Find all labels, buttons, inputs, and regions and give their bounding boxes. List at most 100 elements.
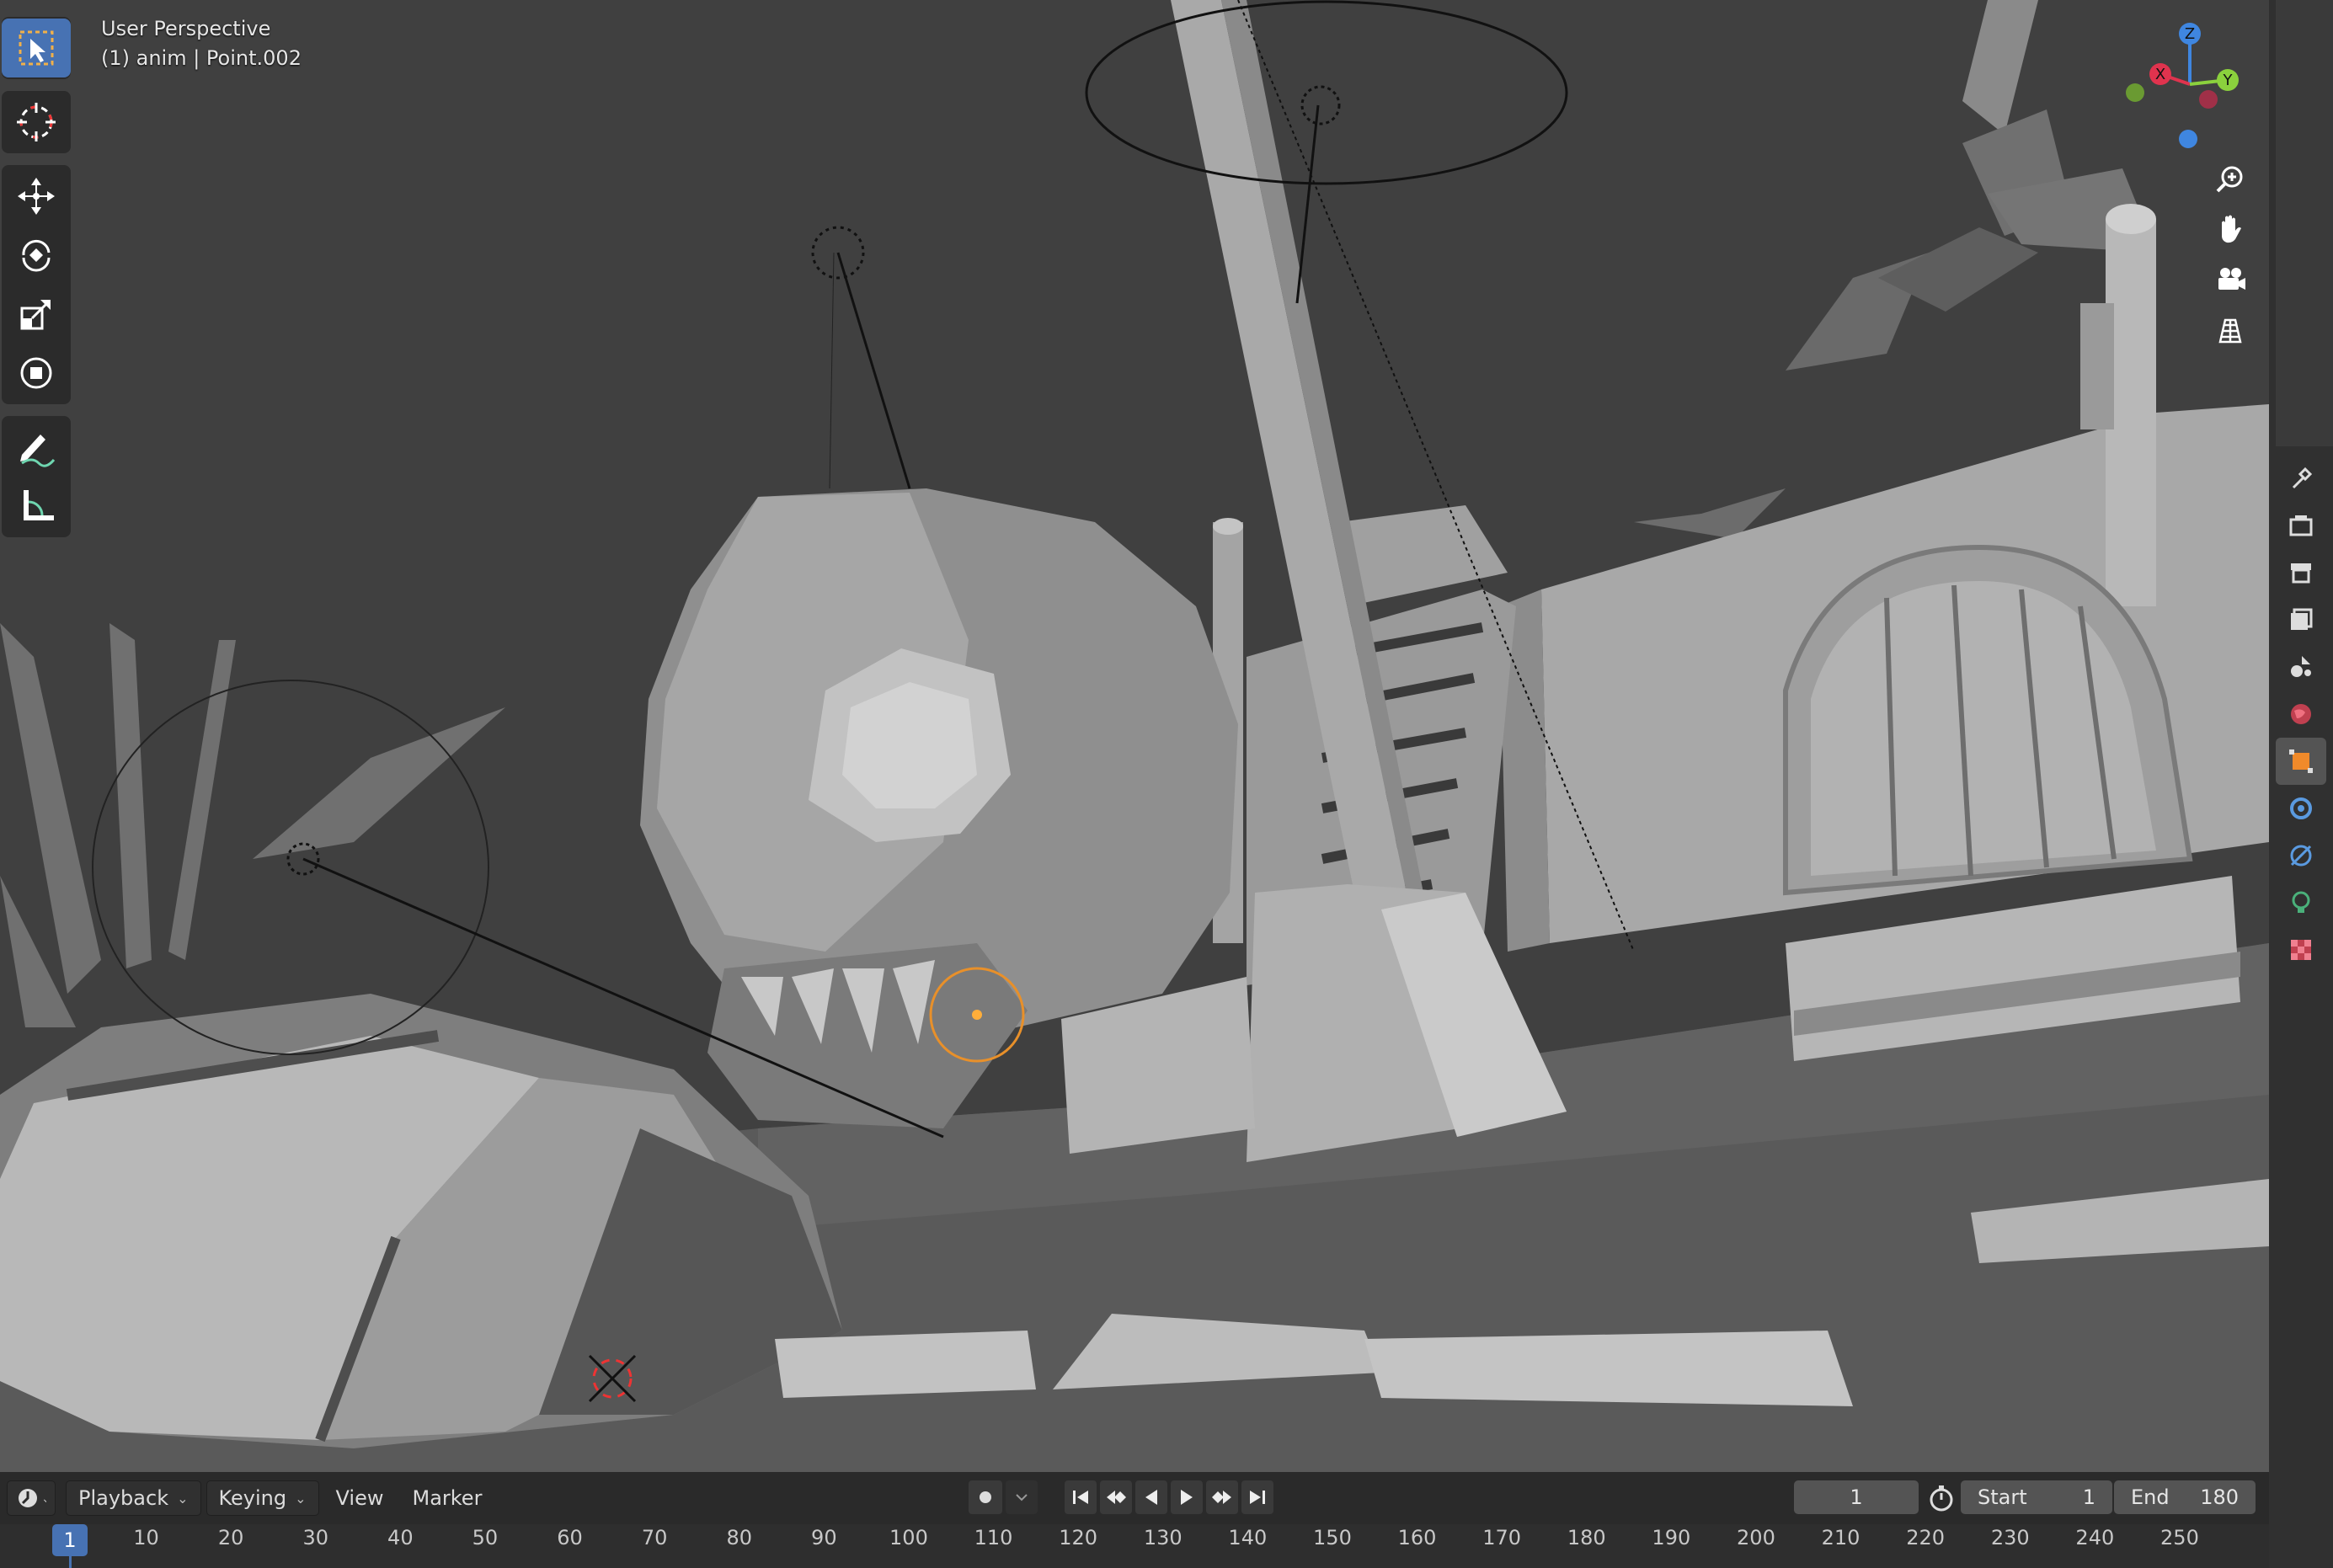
keying-menu[interactable]: Keying ⌄ (206, 1480, 319, 1516)
keying-menu-label: Keying (218, 1486, 287, 1510)
chevron-down-icon: ⌄ (177, 1490, 189, 1507)
timeline-tick-label: 120 (1059, 1526, 1098, 1549)
world-icon (2291, 704, 2311, 724)
playhead-line (69, 1556, 72, 1568)
tab-view-layer[interactable] (2276, 596, 2326, 643)
start-label: Start (1978, 1485, 2027, 1509)
auto-key-button[interactable] (969, 1480, 1002, 1514)
chevron-down-icon: ⌄ (295, 1490, 307, 1507)
cursor-box-icon (19, 30, 54, 66)
keying-set-dropdown[interactable] (1006, 1480, 1038, 1514)
view-menu[interactable]: View (324, 1481, 396, 1515)
tab-tool[interactable] (2276, 455, 2326, 502)
marker-menu[interactable]: Marker (400, 1481, 494, 1515)
play-reverse-icon (1145, 1490, 1157, 1505)
zoom-button[interactable] (2207, 155, 2254, 202)
gizmo-y-label: Y (2223, 72, 2234, 89)
camera-view-button[interactable] (2207, 256, 2254, 303)
properties-tabs (2269, 455, 2333, 973)
jump-to-keyframe-prev-button[interactable] (1100, 1480, 1132, 1514)
jump-to-keyframe-next-button[interactable] (1206, 1480, 1238, 1514)
pan-button[interactable] (2207, 205, 2254, 253)
playback-menu-label: Playback (78, 1486, 169, 1510)
particles-icon (2290, 845, 2312, 867)
measure-tool[interactable] (2, 477, 71, 536)
scale-icon (20, 300, 51, 330)
transform-tool[interactable] (2, 344, 71, 403)
prev-keyframe-icon (1107, 1491, 1126, 1504)
tab-render[interactable] (2276, 502, 2326, 549)
physics-icon (2292, 891, 2310, 913)
outliner-edge (2276, 0, 2333, 446)
stopwatch-icon[interactable] (1927, 1484, 1956, 1512)
timeline-tick-label: 80 (726, 1526, 753, 1549)
timeline-tick-label: 170 (1482, 1526, 1522, 1549)
jump-start-icon (1073, 1491, 1088, 1504)
ruler-icon (24, 490, 54, 520)
tab-modifiers[interactable] (2276, 785, 2326, 832)
navigation-gizmo[interactable]: Z X Y (2114, 17, 2249, 152)
gizmo-x-label: X (2155, 66, 2165, 83)
timeline-tick-label: 190 (1652, 1526, 1691, 1549)
timeline-tick-label: 240 (2075, 1526, 2115, 1549)
timeline-tick-label: 40 (387, 1526, 414, 1549)
end-value: 180 (2200, 1485, 2239, 1509)
tab-physics[interactable] (2276, 879, 2326, 926)
transform-icon (20, 357, 52, 389)
end-label: End (2131, 1485, 2170, 1509)
ortho-toggle-button[interactable] (2207, 307, 2254, 354)
tool-shelf (2, 17, 71, 549)
tab-world[interactable] (2276, 691, 2326, 738)
svg-text:⌄: ⌄ (41, 1492, 46, 1506)
timeline-tick-label: 90 (811, 1526, 837, 1549)
jump-to-start-button[interactable] (1065, 1480, 1097, 1514)
timeline-tick-label: 50 (472, 1526, 499, 1549)
object-icon (2289, 749, 2313, 773)
current-frame-field[interactable]: 1 (1794, 1480, 1919, 1514)
move-tool[interactable] (2, 167, 71, 226)
view-layer-icon (2291, 608, 2313, 630)
timeline-tick-label: 230 (1990, 1526, 2030, 1549)
crosshair-cursor-icon (17, 103, 56, 141)
editor-type-button[interactable]: ⌄ (7, 1480, 56, 1516)
current-frame-indicator[interactable]: 1 (52, 1524, 88, 1556)
chevron-down-icon (1016, 1494, 1028, 1501)
timeline-tick-label: 10 (133, 1526, 159, 1549)
move-arrows-icon (18, 178, 55, 215)
tab-object[interactable] (2276, 738, 2326, 785)
next-keyframe-icon (1212, 1491, 1231, 1504)
tab-particles[interactable] (2276, 832, 2326, 879)
timeline-tick-label: 70 (641, 1526, 668, 1549)
tab-scene[interactable] (2276, 643, 2326, 691)
rotate-icon (22, 239, 51, 272)
scene-render[interactable] (0, 0, 2269, 1472)
scene-icon (2291, 656, 2311, 677)
select-box-tool[interactable] (2, 19, 71, 77)
cursor-tool[interactable] (2, 93, 71, 152)
viewport-object-label: (1) anim | Point.002 (101, 46, 302, 70)
jump-to-end-button[interactable] (1241, 1480, 1273, 1514)
tool-icon (2292, 467, 2313, 489)
3d-viewport[interactable]: User Perspective (1) anim | Point.002 Z … (0, 0, 2269, 1472)
playback-menu[interactable]: Playback ⌄ (66, 1480, 201, 1516)
scale-tool[interactable] (2, 285, 71, 344)
end-frame-field[interactable]: End 180 (2114, 1480, 2256, 1514)
tab-output[interactable] (2276, 549, 2326, 596)
grid-ortho-icon (2218, 318, 2242, 344)
annotate-tool[interactable] (2, 418, 71, 477)
timeline-tick-label: 30 (302, 1526, 329, 1549)
start-frame-field[interactable]: Start 1 (1961, 1480, 2112, 1514)
render-icon (2289, 515, 2313, 536)
hand-pan-icon (2222, 215, 2241, 243)
camera-icon (2218, 268, 2245, 290)
play-button[interactable] (1171, 1480, 1203, 1514)
pencil-icon (20, 435, 56, 467)
zoom-icon (2216, 166, 2243, 193)
start-value: 1 (2082, 1485, 2095, 1509)
gizmo-z-label: Z (2185, 25, 2195, 43)
material-icon (2291, 940, 2311, 960)
tab-material[interactable] (2276, 926, 2326, 973)
rotate-tool[interactable] (2, 226, 71, 285)
play-reverse-button[interactable] (1135, 1480, 1167, 1514)
timeline-tick-label: 60 (557, 1526, 583, 1549)
